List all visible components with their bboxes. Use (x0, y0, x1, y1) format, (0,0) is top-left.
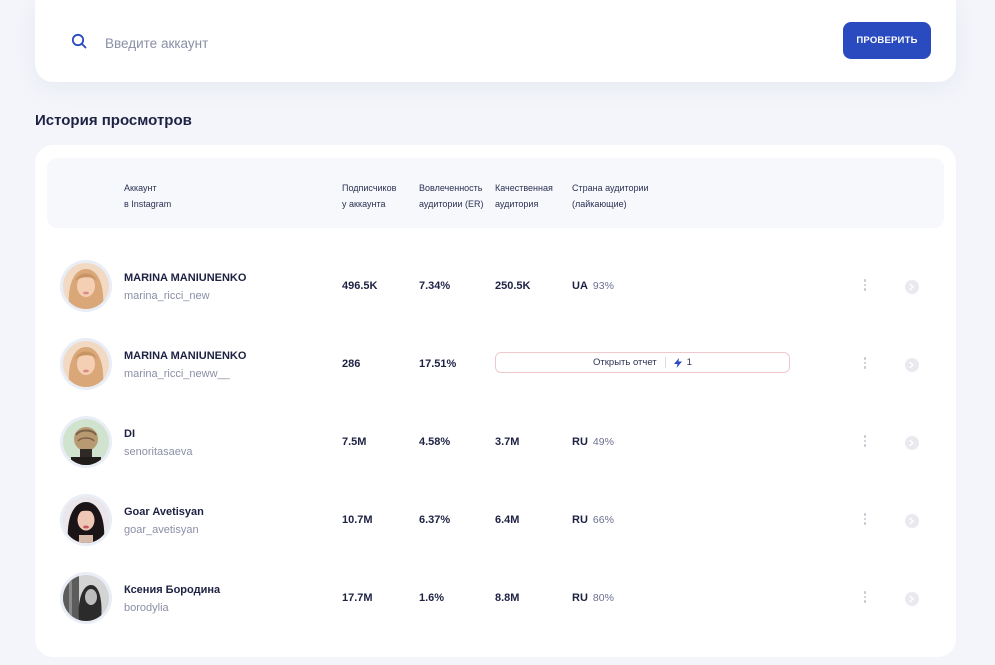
column-header-account: Аккаунт в Instagram (124, 183, 172, 209)
avatar (60, 494, 112, 546)
avatar (60, 572, 112, 624)
report-count: 1 (686, 357, 692, 368)
column-header-country: Страна аудитории (лайкающие) (572, 183, 649, 209)
country-value: RU 49% (572, 436, 614, 448)
more-options-icon[interactable] (861, 513, 869, 527)
followers-value: 17.7M (342, 592, 373, 604)
er-value: 6.37% (419, 514, 451, 526)
country-value: UA 93% (572, 280, 614, 292)
account-name[interactable]: DI (124, 428, 135, 440)
account-name[interactable]: Ксения Бородина (124, 584, 220, 596)
history-table: Аккаунт в Instagram Подписчиков у аккаунта… (35, 145, 956, 657)
table-row[interactable]: MARINA MANIUNENKO marina_ricci_neww__ 28… (35, 325, 956, 403)
table-row[interactable]: DI senoritasaeva 7.5M 4.58% 3.7M RU 49% (35, 403, 956, 481)
open-report-label: Открыть отчет (593, 357, 657, 368)
section-title: История просмотров (35, 112, 192, 129)
arrow-right-icon[interactable] (905, 436, 919, 450)
more-options-icon[interactable] (861, 435, 869, 449)
blonde-woman-avatar-icon (63, 263, 109, 309)
column-header-engagement: Вовлеченность аудитории (ER) (419, 183, 484, 209)
arrow-right-icon[interactable] (905, 280, 919, 294)
open-report-button[interactable]: Открыть отчет 1 (495, 352, 790, 373)
account-handle: borodylia (124, 602, 169, 614)
table-header: Аккаунт в Instagram Подписчиков у аккаунта… (47, 158, 944, 228)
table-row[interactable]: Goar Avetisyan goar_avetisyan 10.7M 6.37… (35, 481, 956, 559)
followers-value: 286 (342, 358, 361, 370)
account-handle: marina_ricci_neww__ (124, 368, 230, 380)
quality-value: 3.7M (495, 436, 520, 448)
account-handle: marina_ricci_new (124, 290, 210, 302)
dark-hair-woman-avatar-icon (63, 497, 109, 543)
followers-value: 10.7M (342, 514, 373, 526)
search-card: ПРОВЕРИТЬ (35, 0, 956, 82)
followers-value: 7.5M (342, 436, 367, 448)
divider (664, 357, 666, 368)
country-code: RU (572, 436, 588, 448)
table-row[interactable]: MARINA MANIUNENKO marina_ricci_new 496.5… (35, 247, 956, 325)
avatar (60, 416, 112, 468)
quality-value: 250.5K (495, 280, 531, 292)
column-header-quality: Качественная аудитория (495, 183, 553, 209)
column-header-followers: Подписчиков у аккаунта (342, 183, 397, 209)
arrow-right-icon[interactable] (905, 514, 919, 528)
country-percent: 80% (592, 592, 614, 604)
country-code: UA (572, 280, 588, 292)
account-handle: goar_avetisyan (124, 524, 199, 536)
arrow-right-icon[interactable] (905, 592, 919, 606)
avatar (60, 338, 112, 390)
account-handle: senoritasaeva (124, 446, 193, 458)
country-percent: 49% (592, 436, 614, 448)
lightning-icon (673, 357, 682, 368)
check-button[interactable]: ПРОВЕРИТЬ (843, 22, 931, 59)
avatar (60, 260, 112, 312)
followers-value: 496.5K (342, 280, 378, 292)
er-value: 17.51% (419, 358, 457, 370)
monochrome-avatar-icon (63, 575, 109, 621)
quality-value: 6.4M (495, 514, 520, 526)
country-code: RU (572, 514, 588, 526)
more-options-icon[interactable] (861, 357, 869, 371)
hair-bun-avatar-icon (63, 419, 109, 465)
er-value: 7.34% (419, 280, 451, 292)
blonde-woman-avatar-icon (63, 341, 109, 387)
country-code: RU (572, 592, 588, 604)
country-value: RU 66% (572, 514, 614, 526)
table-row[interactable]: Ксения Бородина borodylia 17.7M 1.6% 8.8… (35, 559, 956, 637)
account-name[interactable]: MARINA MANIUNENKO (124, 272, 246, 284)
account-search-input[interactable] (105, 30, 705, 56)
er-value: 1.6% (419, 592, 445, 604)
more-options-icon[interactable] (861, 279, 869, 293)
account-name[interactable]: Goar Avetisyan (124, 506, 204, 518)
arrow-right-icon[interactable] (905, 358, 919, 372)
account-name[interactable]: MARINA MANIUNENKO (124, 350, 246, 362)
quality-value: 8.8M (495, 592, 520, 604)
er-value: 4.58% (419, 436, 451, 448)
country-value: RU 80% (572, 592, 614, 604)
country-percent: 66% (592, 514, 614, 526)
more-options-icon[interactable] (861, 591, 869, 605)
search-icon (71, 33, 87, 49)
country-percent: 93% (592, 280, 614, 292)
